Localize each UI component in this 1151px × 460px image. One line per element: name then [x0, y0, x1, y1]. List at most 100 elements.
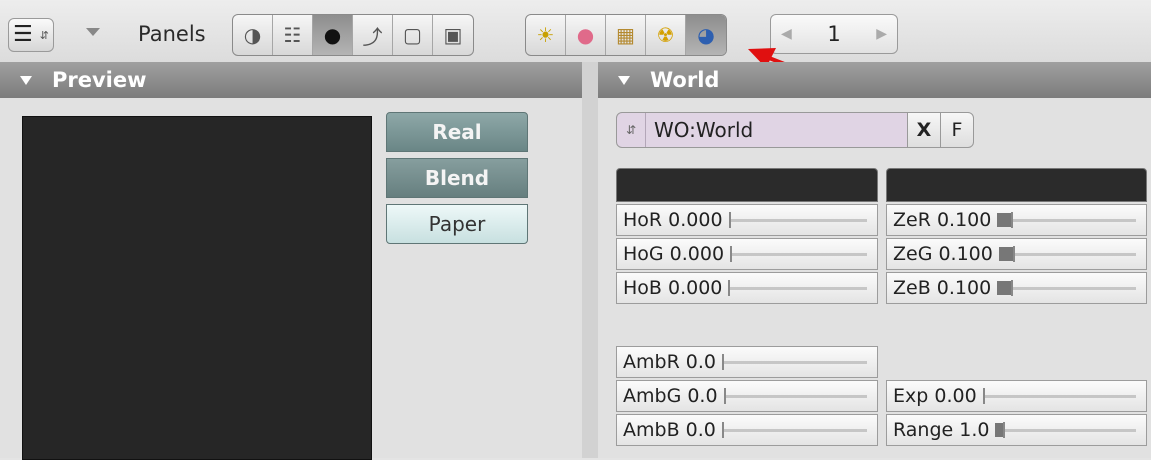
context-buttons: ◑ ☷ ● ⤴ ▢ ▣ [232, 14, 474, 56]
zeb-slider-knob [1011, 279, 1014, 296]
shading-subcontext-buttons: ☀ ● ▦ ☢ ◕ [525, 14, 727, 56]
fake-user-button[interactable]: F [940, 112, 974, 148]
hob-slider-track [728, 279, 867, 296]
zer-slider-label: ZeR 0.100 [893, 209, 992, 231]
zeg-slider-knob [1012, 245, 1015, 262]
object-icon: ⤴ [362, 24, 383, 49]
panel-collapse-icon[interactable] [20, 75, 32, 85]
editing-icon: ▢ [403, 23, 422, 47]
zer-slider-knob [1011, 211, 1014, 228]
browse-datablock-icon[interactable]: ⇵ [617, 113, 646, 147]
preview-paper-button[interactable]: Paper [386, 204, 528, 244]
ambg-slider-knob [723, 387, 726, 404]
object-button[interactable]: ⤴ [353, 15, 393, 55]
ambr-slider-knob [722, 353, 725, 370]
hog-slider-label: HoG 0.000 [623, 243, 725, 265]
ambr-slider-track [722, 353, 867, 370]
ambg-slider-track [723, 387, 867, 404]
world-icon: ◕ [697, 23, 715, 47]
script-button[interactable]: ☷ [273, 15, 313, 55]
texture-button[interactable]: ▦ [606, 15, 646, 55]
range-slider-label: Range 1.0 [893, 419, 990, 441]
collapse-menu-icon[interactable] [86, 28, 100, 36]
range-slider-knob [1002, 421, 1005, 438]
hog-slider-track [730, 245, 867, 262]
updown-icon: ⇵ [39, 28, 49, 42]
ambb-slider-knob [721, 421, 724, 438]
panel-collapse-icon[interactable] [618, 75, 630, 85]
ambr-slider-label: AmbR 0.0 [623, 351, 717, 373]
ambg-slider[interactable]: AmbG 0.0 [616, 380, 878, 412]
world-panel-title: World [650, 68, 720, 92]
world-datablock-field[interactable]: ⇵ WO:World [616, 112, 908, 148]
preview-panel-header[interactable]: Preview [0, 62, 582, 98]
lamp-button[interactable]: ☀ [526, 15, 566, 55]
world-panel: ⇵ WO:World X F HoR 0.000 HoG 0.000 HoB 0.0… [598, 98, 1151, 458]
exposure-slider[interactable]: Exp 0.00 [886, 380, 1147, 412]
scene-icon: ▣ [443, 23, 463, 47]
hor-slider[interactable]: HoR 0.000 [616, 204, 878, 236]
unlink-world-button[interactable]: X [907, 112, 941, 148]
panel-divider [582, 62, 598, 458]
range-slider-fill [995, 422, 1003, 437]
logic-button[interactable]: ◑ [233, 15, 273, 55]
texture-icon: ▦ [616, 23, 635, 47]
hob-slider[interactable]: HoB 0.000 [616, 272, 878, 304]
increment-icon[interactable]: ▶ [876, 26, 887, 42]
preview-real-button[interactable]: Real [386, 112, 528, 152]
ambb-slider-track [721, 421, 867, 438]
zeb-slider-fill [997, 280, 1012, 295]
shading-icon: ● [323, 23, 342, 47]
zer-slider[interactable]: ZeR 0.100 [886, 204, 1147, 236]
ambg-slider-label: AmbG 0.0 [623, 385, 718, 407]
horizon-color-swatch[interactable] [616, 168, 878, 202]
ambb-slider-label: AmbB 0.0 [623, 419, 716, 441]
panels-menu[interactable]: Panels [138, 22, 206, 46]
range-slider-track [995, 421, 1136, 438]
ambb-slider[interactable]: AmbB 0.0 [616, 414, 878, 446]
editor-type-selector[interactable]: ☰ ⇵ [8, 18, 54, 52]
world-datablock-name: WO:World [654, 118, 754, 142]
hor-slider-label: HoR 0.000 [623, 209, 723, 231]
zer-slider-track [997, 211, 1136, 228]
world-button[interactable]: ◕ [686, 15, 726, 55]
world-panel-header[interactable]: World [598, 62, 1151, 98]
zeb-slider-track [997, 279, 1136, 296]
scene-button[interactable]: ▣ [433, 15, 473, 55]
zeb-slider[interactable]: ZeB 0.100 [886, 272, 1147, 304]
preview-panel-title: Preview [52, 68, 147, 92]
logic-icon: ◑ [243, 23, 262, 47]
exposure-slider-track [982, 387, 1136, 404]
radiosity-icon: ☢ [656, 23, 675, 47]
zeg-slider-fill [998, 246, 1013, 261]
radiosity-button[interactable]: ☢ [646, 15, 686, 55]
zenith-color-swatch[interactable] [886, 168, 1147, 202]
zeg-slider[interactable]: ZeG 0.100 [886, 238, 1147, 270]
preview-blend-button[interactable]: Blend [386, 158, 528, 198]
exposure-slider-label: Exp 0.00 [893, 385, 977, 407]
lamp-icon: ☀ [536, 23, 555, 47]
hor-slider-knob [728, 211, 731, 228]
material-icon: ● [576, 23, 595, 47]
preview-panel: Real Blend Paper [0, 98, 582, 460]
preview-render [22, 116, 372, 460]
buttons-window-header: ☰ ⇵ Panels ◑ ☷ ● ⤴ ▢ ▣ ☀ ● ▦ ☢ ◕ ◀ 1 ▶ [0, 0, 1151, 94]
exposure-slider-knob [982, 387, 985, 404]
zeb-slider-label: ZeB 0.100 [893, 277, 992, 299]
zeg-slider-label: ZeG 0.100 [893, 243, 993, 265]
shading-button[interactable]: ● [313, 15, 353, 55]
hob-slider-label: HoB 0.000 [623, 277, 723, 299]
script-icon: ☷ [283, 23, 302, 47]
hor-slider-track [728, 211, 867, 228]
hob-slider-knob [728, 279, 731, 296]
buttons-window-icon: ☰ [13, 22, 33, 47]
ambr-slider[interactable]: AmbR 0.0 [616, 346, 878, 378]
zer-slider-fill [997, 212, 1012, 227]
zeg-slider-track [998, 245, 1136, 262]
decrement-icon[interactable]: ◀ [781, 26, 792, 42]
range-slider[interactable]: Range 1.0 [886, 414, 1147, 446]
hog-slider-knob [730, 245, 733, 262]
material-button[interactable]: ● [566, 15, 606, 55]
hog-slider[interactable]: HoG 0.000 [616, 238, 878, 270]
editing-button[interactable]: ▢ [393, 15, 433, 55]
